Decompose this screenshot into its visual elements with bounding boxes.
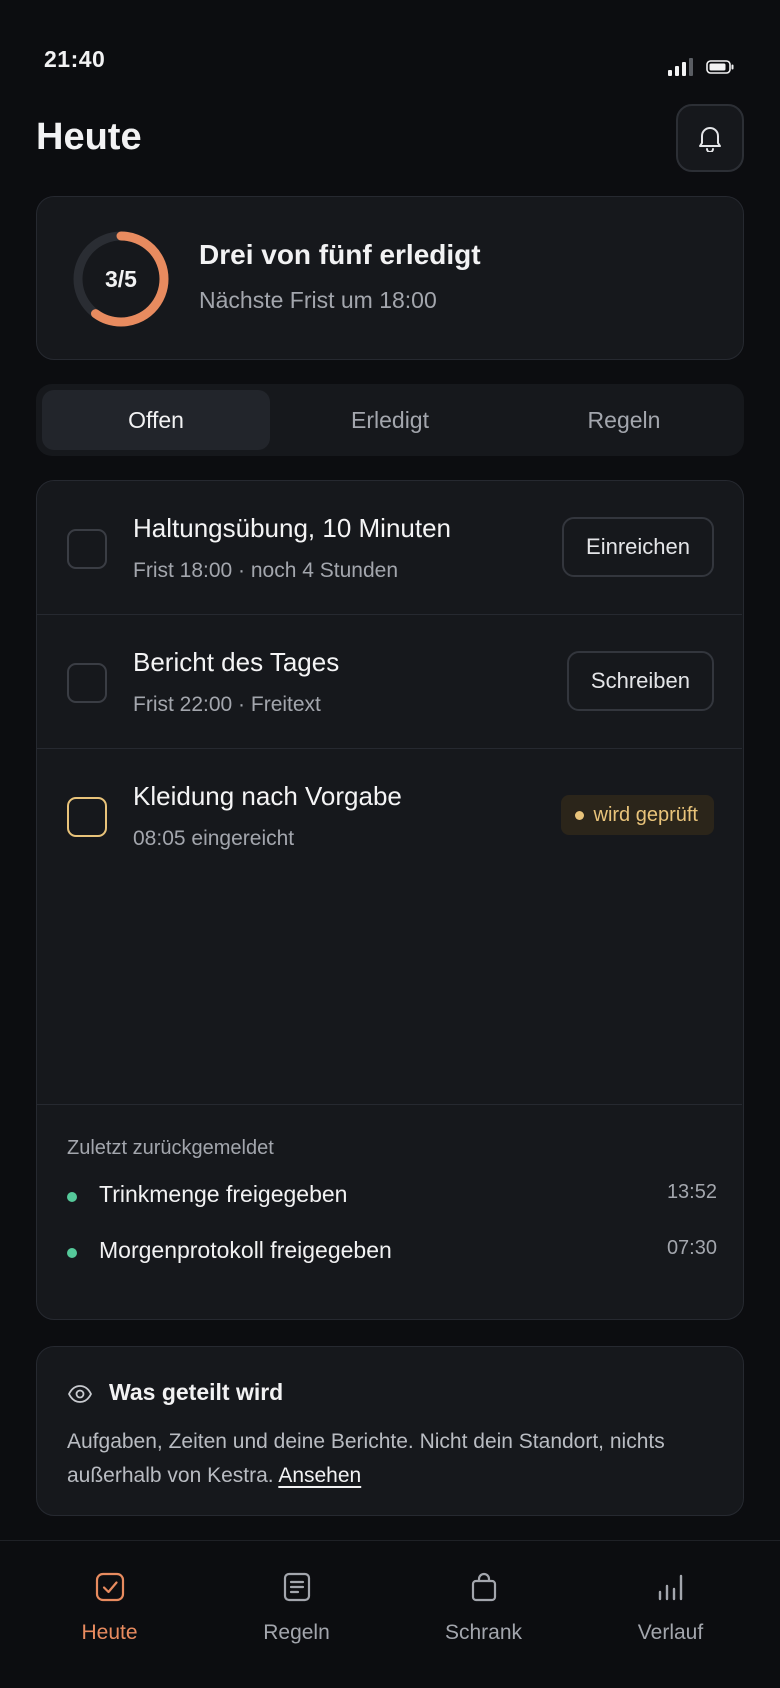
tab-regeln[interactable]: Regeln	[510, 390, 738, 450]
sharing-info-card: Was geteilt wird Aufgaben, Zeiten und de…	[36, 1346, 744, 1516]
bar-chart-icon	[658, 1574, 683, 1601]
tab-offen[interactable]: Offen	[42, 390, 270, 450]
summary-title: Drei von fünf erledigt	[199, 239, 481, 270]
sharing-text: Aufgaben, Zeiten und deine Berichte. Nic…	[67, 1430, 665, 1487]
recent-item-text: Morgenprotokoll freigegeben	[99, 1237, 392, 1263]
checkbox-icon	[95, 1572, 125, 1602]
status-bar: 21:40	[0, 0, 780, 100]
recent-feedback-heading: Zuletzt zurückgemeldet	[67, 1137, 274, 1159]
task-checkbox-pending[interactable]	[67, 797, 107, 837]
bottom-navigation: Heute Regeln Schrank Verlauf	[0, 1540, 780, 1688]
nav-label: Verlauf	[637, 1621, 704, 1644]
divider	[37, 1104, 742, 1105]
status-badge-label: wird geprüft	[593, 803, 699, 826]
nav-label: Schrank	[444, 1621, 523, 1644]
view-link[interactable]: Ansehen	[278, 1464, 361, 1487]
recent-item: Trinkmenge freigegeben 13:52	[67, 1181, 717, 1211]
bell-icon	[699, 127, 721, 152]
task-row: Kleidung nach Vorgabe 08:05 eingereicht …	[37, 749, 742, 883]
task-checkbox[interactable]	[67, 529, 107, 569]
sharing-title: Was geteilt wird	[109, 1379, 284, 1405]
nav-schrank[interactable]: Schrank	[386, 1541, 581, 1661]
eye-icon	[68, 1385, 92, 1403]
task-filter-tabs: Offen Erledigt Regeln	[36, 384, 744, 456]
recent-item-text: Trinkmenge freigegeben	[99, 1181, 348, 1207]
signal-icon	[668, 58, 693, 76]
task-row: Bericht des Tages Frist 22:00 · Freitext…	[37, 615, 742, 749]
document-icon	[283, 1572, 311, 1602]
nav-regeln[interactable]: Regeln	[199, 1541, 394, 1661]
approved-dot-icon	[67, 1192, 77, 1202]
status-time: 21:40	[44, 46, 106, 72]
progress-label: 3/5	[105, 265, 137, 292]
bag-icon	[471, 1572, 497, 1602]
task-meta: Frist 22:00 · Freitext	[133, 693, 321, 716]
recent-item-time: 13:52	[666, 1181, 717, 1203]
task-title: Haltungsübung, 10 Minuten	[133, 513, 452, 543]
status-badge: wird geprüft	[560, 795, 714, 835]
task-checkbox[interactable]	[67, 663, 107, 703]
nav-label: Regeln	[263, 1621, 330, 1644]
nav-label: Heute	[81, 1621, 138, 1644]
sharing-body: Aufgaben, Zeiten und deine Berichte. Nic…	[67, 1425, 727, 1493]
recent-item: Morgenprotokoll freigegeben 07:30	[67, 1237, 717, 1267]
task-row: Haltungsübung, 10 Minuten Frist 18:00 · …	[37, 481, 742, 615]
nav-heute[interactable]: Heute	[12, 1541, 207, 1661]
recent-item-time: 07:30	[666, 1237, 717, 1259]
task-title: Bericht des Tages	[133, 647, 340, 677]
task-meta: 08:05 eingereicht	[133, 827, 295, 850]
write-button[interactable]: Schreiben	[566, 651, 714, 711]
submit-button[interactable]: Einreichen	[562, 517, 714, 577]
summary-subtitle: Nächste Frist um 18:00	[199, 287, 437, 313]
page-title: Heute	[36, 116, 142, 158]
notifications-button[interactable]	[676, 104, 744, 172]
status-dot-icon	[574, 810, 584, 820]
approved-dot-icon	[67, 1248, 77, 1258]
nav-verlauf[interactable]: Verlauf	[573, 1541, 768, 1661]
tab-erledigt[interactable]: Erledigt	[276, 390, 504, 450]
task-list-card: Haltungsübung, 10 Minuten Frist 18:00 · …	[36, 480, 744, 1320]
task-meta: Frist 18:00 · noch 4 Stunden	[133, 559, 398, 582]
progress-summary-card: 3/5 Drei von fünf erledigt Nächste Frist…	[36, 196, 744, 360]
battery-icon	[706, 60, 734, 74]
task-title: Kleidung nach Vorgabe	[133, 781, 402, 811]
